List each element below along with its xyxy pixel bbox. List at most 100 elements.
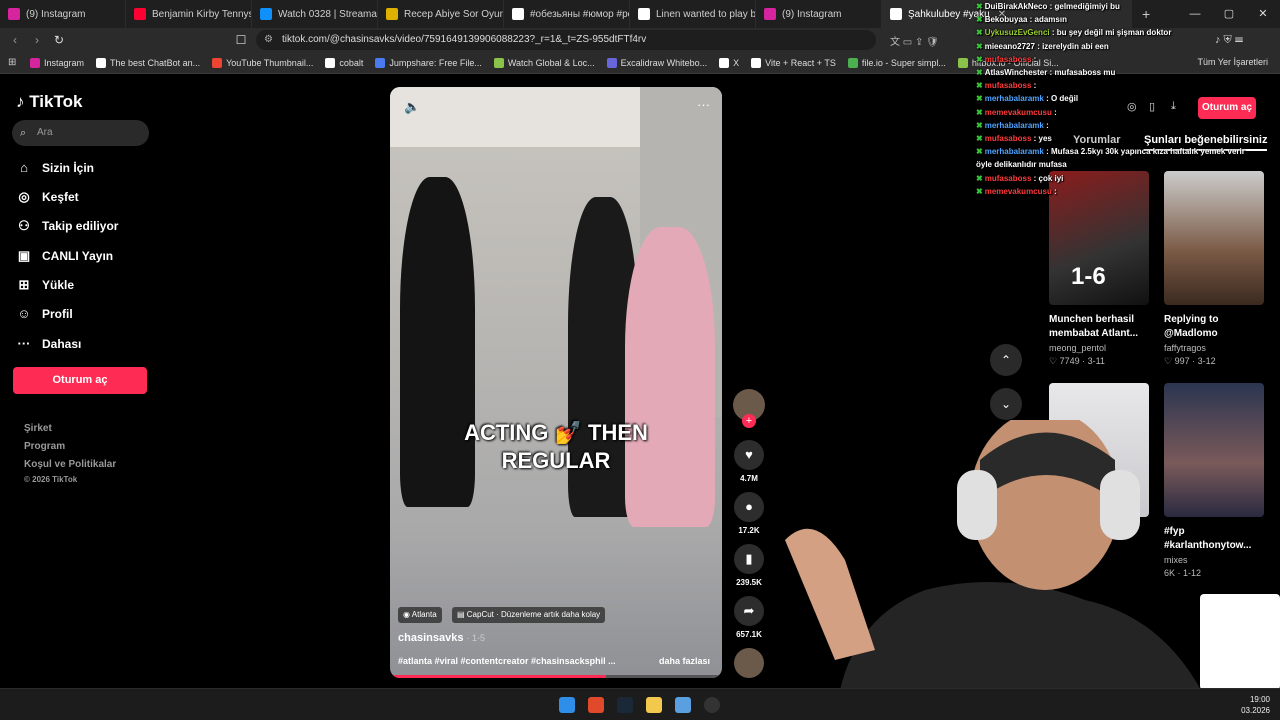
sound-disc[interactable] [732,648,766,678]
browser-tab[interactable]: #обезьяны #юмор #рек [504,0,630,28]
bookmark-item[interactable]: cobalt [325,57,363,68]
start-icon[interactable] [559,697,575,713]
location-chip[interactable]: ◉ Atlanta [398,607,442,623]
tab-favicon-icon [764,8,776,20]
video-author[interactable]: chasinsavks · 1-5 [398,632,485,644]
toolbar-icons-right[interactable]: ♪ ⛨ ☰ [1215,34,1243,47]
author-avatar[interactable]: + [732,388,766,432]
close-tab-icon[interactable]: ✕ [998,9,1006,20]
video-player[interactable]: 🔈 ··· ACTING 💅 THEN REGULAR ◉ Atlanta ▤ … [390,87,722,678]
tab-title: #обезьяны #юмор #рек [530,8,630,20]
bookmark-item[interactable]: The best ChatBot an... [96,57,200,68]
footer-company[interactable]: Şirket [24,423,52,434]
tiktok-logo[interactable]: ♪ TikTok [16,92,82,112]
browser-tab[interactable]: Benjamin Kirby Tennyson [126,0,252,28]
system-clock[interactable]: 19:00 03.2026 [1241,694,1270,716]
nav-upload[interactable]: ⊞ Yükle [16,277,74,293]
bookmark-item[interactable]: YouTube Thumbnail... [212,57,314,68]
like-count: 4.7M [740,474,758,483]
app-icon[interactable] [675,697,691,713]
card-stats: ♡ 997 · 3-12 [1164,356,1216,366]
browser-tab[interactable]: (9) Instagram [0,0,126,28]
browser-tab[interactable]: (9) Instagram [756,0,882,28]
tab-title: Linen wanted to play b [656,8,756,20]
tab-comments[interactable]: Yorumlar [1073,134,1120,146]
tiktok-note-icon: ♪ [16,92,25,111]
video-options-icon[interactable]: ··· [697,97,710,112]
file-explorer-icon[interactable] [646,697,662,713]
all-bookmarks[interactable]: Tüm Yer İşaretleri [1197,57,1268,67]
suggested-video-card[interactable]: Replying to @Madlomo faffytragos ♡ 997 ·… [1164,171,1264,367]
search-input[interactable]: ⌕ Ara [12,120,149,146]
tab-favicon-icon [8,8,20,20]
prev-video-button[interactable]: ⌃ [990,344,1022,376]
video-progress-bar[interactable] [390,675,722,678]
browser-tab[interactable]: Şahkulubey #yaku ✕ [882,0,1132,28]
nav-following[interactable]: ⚇ Takip ediliyor [16,218,118,234]
nav-for-you[interactable]: ⌂ Sizin İçin [16,160,94,175]
save-button[interactable]: ▮ 239.5K [732,544,766,587]
chat-badge-icon: ✖ [976,81,983,91]
heart-icon: ♥ [734,440,764,470]
forward-icon[interactable]: › [26,33,48,47]
bookmark-label: YouTube Thumbnail... [226,57,314,68]
reload-icon[interactable]: ↻ [48,33,70,47]
video-progress-fill [390,675,606,678]
site-info-icon[interactable]: ⚙ [264,30,273,50]
tiktok-sidebar: ♪ TikTok ⌕ Ara ⌂ Sizin İçin ◎ Keşfet ⚇ Taki… [0,74,170,694]
next-video-button[interactable]: ⌄ [990,388,1022,420]
bookmark-item[interactable]: X [719,57,739,68]
comment-button[interactable]: ● 17.2K [732,492,766,535]
nav-more[interactable]: ··· Dahası [16,336,82,351]
bookmark-item[interactable]: Watch Global & Loc... [493,57,595,68]
maximize-button[interactable]: ▢ [1212,0,1246,28]
bookmark-item[interactable]: file.io - Super simpl... [847,57,946,68]
tab-suggested[interactable]: Şunları beğenebilirsiniz [1144,134,1268,151]
close-window-button[interactable]: ✕ [1246,0,1280,28]
nav-profile[interactable]: ☺ Profil [16,306,72,321]
bookmark-icon[interactable]: ☐ [230,33,252,47]
minimize-button[interactable]: — [1178,0,1212,28]
extensions-icons[interactable]: 文 ▭ ⇪ 🛡 [890,33,939,48]
like-button[interactable]: ♥ 4.7M [732,440,766,483]
footer-program[interactable]: Program [24,441,65,452]
bookmark-label: Jumpshare: Free File... [389,57,482,68]
comment-count: 17.2K [738,526,760,535]
bookmark-favicon-icon [751,57,762,68]
right-login-button[interactable]: Oturum aç [1198,97,1256,119]
tab-favicon-icon [512,8,524,20]
steam-icon[interactable] [617,697,633,713]
suggested-video-card[interactable]: 1-6 Munchen berhasil membabat Atlant... … [1049,171,1149,367]
capcut-chip[interactable]: ▤ CapCut · Düzenleme artık daha kolay [452,607,606,623]
url-toolbar: ‹ › ↻ ☐ ⚙ tiktok.com/@chasinsavks/video/… [0,28,1280,52]
share-button[interactable]: ➦ 657.1K [732,596,766,639]
footer-terms[interactable]: Koşul ve Politikalar [24,459,116,470]
login-button[interactable]: Oturum aç [13,367,147,394]
follow-plus-icon[interactable]: + [742,414,756,428]
nav-live[interactable]: ▣ CANLI Yayın [16,248,113,264]
bookmark-favicon-icon [847,57,858,68]
device-icon[interactable]: ▯ [1149,100,1155,113]
streamer-webcam-overlay [785,420,1215,720]
bookmark-favicon-icon [493,57,504,68]
bookmark-item[interactable]: Excalidraw Whitebo... [606,57,707,68]
browser-tab[interactable]: Recep Abiye Sor Oyunu O [378,0,504,28]
apps-grid-icon[interactable]: ⊞ [8,57,16,68]
caption-more-link[interactable]: daha fazlası [659,656,710,666]
compass-icon[interactable]: ◎ [1127,100,1137,113]
mute-icon[interactable]: 🔈 [404,99,420,115]
nav-explore[interactable]: ◎ Keşfet [16,189,78,205]
bookmark-item[interactable]: Instagram [30,57,84,68]
address-bar[interactable]: ⚙ tiktok.com/@chasinsavks/video/75916491… [256,30,876,50]
chat-username: mufasaboss [984,173,1032,183]
bookmark-item[interactable]: hitbox.io - Official Si... [957,57,1059,68]
brave-browser-icon[interactable] [588,697,604,713]
browser-tab[interactable]: Linen wanted to play b [630,0,756,28]
bookmark-item[interactable]: Jumpshare: Free File... [375,57,482,68]
new-tab-button[interactable]: + [1142,6,1150,22]
obs-icon[interactable] [704,697,720,713]
bookmark-item[interactable]: Vite + React + TS [751,57,836,68]
download-icon[interactable]: ⤓ [1171,100,1176,113]
back-icon[interactable]: ‹ [4,33,26,47]
browser-tab[interactable]: Watch 0328 | Streamable [252,0,378,28]
